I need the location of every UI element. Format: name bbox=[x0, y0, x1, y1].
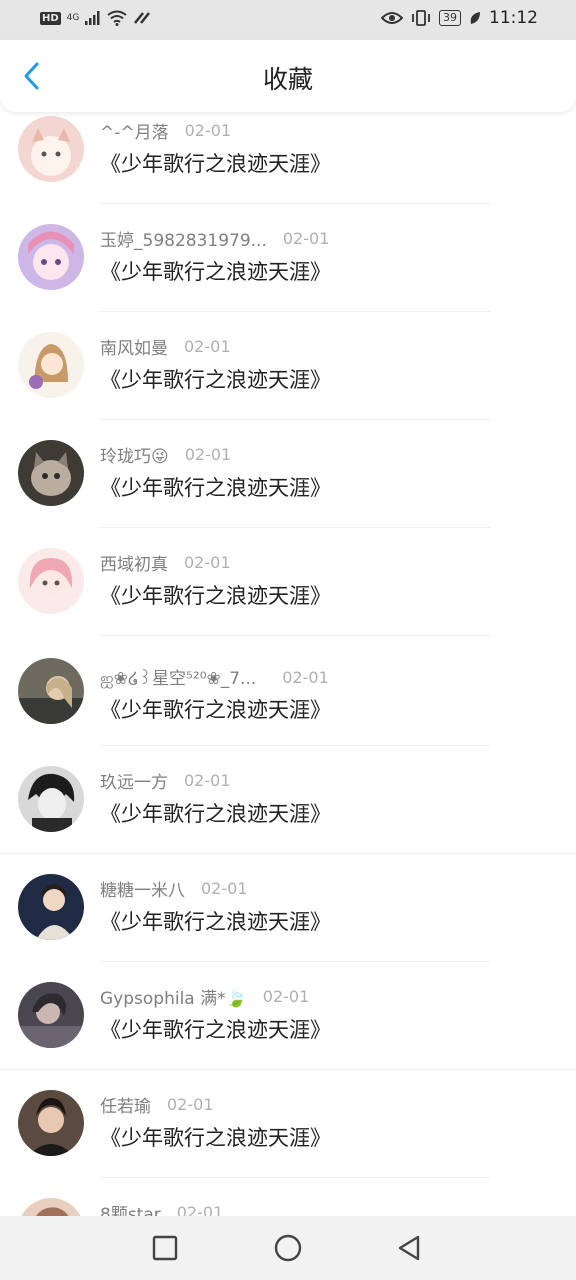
signal-label: 4G bbox=[66, 13, 80, 23]
list-item[interactable]: 任若瑜 02-01 《少年歌行之浪迹天涯》 bbox=[0, 1070, 576, 1178]
hd-icon: HD bbox=[40, 11, 61, 25]
page-header: 收藏 bbox=[0, 40, 576, 112]
item-meta: Gypsophila 满*🍃 02-01 bbox=[100, 984, 309, 1009]
list-item[interactable]: 玉婷_5982831979... 02-01 《少年歌行之浪迹天涯》 bbox=[0, 204, 576, 312]
item-date: 02-01 bbox=[262, 987, 310, 1006]
home-icon[interactable] bbox=[272, 1232, 304, 1264]
user-name[interactable]: 玲珑巧😜 bbox=[100, 442, 169, 467]
user-name[interactable]: 玖远一方 bbox=[100, 768, 168, 793]
nav-bar bbox=[0, 1216, 576, 1280]
item-date: 02-01 bbox=[282, 229, 330, 248]
user-name[interactable]: 8颗star bbox=[100, 1200, 161, 1216]
avatar[interactable] bbox=[18, 874, 84, 940]
item-content[interactable]: 《少年歌行之浪迹天涯》 bbox=[100, 798, 331, 828]
user-name[interactable]: ஐ❀໒꒱星空⁵²⁰❀_7... bbox=[100, 664, 256, 691]
avatar[interactable] bbox=[18, 332, 84, 398]
list-item[interactable]: ஐ❀໒꒱星空⁵²⁰❀_7... 02-01 《少年歌行之浪迹天涯》 bbox=[0, 636, 576, 746]
item-content[interactable]: 《少年歌行之浪迹天涯》 bbox=[100, 694, 331, 724]
item-meta: 玉婷_5982831979... 02-01 bbox=[100, 226, 329, 251]
list-item[interactable]: Gypsophila 满*🍃 02-01 《少年歌行之浪迹天涯》 bbox=[0, 962, 576, 1070]
vibrate-icon bbox=[412, 10, 430, 26]
avatar[interactable] bbox=[18, 548, 84, 614]
status-left: HD 4G bbox=[40, 10, 151, 26]
item-date: 02-01 bbox=[176, 1203, 224, 1216]
user-name[interactable]: 西域初真 bbox=[100, 550, 168, 575]
avatar[interactable] bbox=[18, 1198, 84, 1216]
user-name[interactable]: ^-^月落 bbox=[100, 118, 169, 143]
page-title: 收藏 bbox=[262, 65, 313, 94]
avatar[interactable] bbox=[18, 1090, 84, 1156]
item-content[interactable]: 《少年歌行之浪迹天涯》 bbox=[100, 472, 331, 502]
list-item[interactable]: ^-^月落 02-01 《少年歌行之浪迹天涯》 bbox=[0, 96, 576, 204]
item-meta: 西域初真 02-01 bbox=[100, 550, 231, 575]
avatar[interactable] bbox=[18, 440, 84, 506]
item-content[interactable]: 《少年歌行之浪迹天涯》 bbox=[100, 148, 331, 178]
link-icon bbox=[134, 12, 151, 24]
leaf-icon bbox=[470, 12, 480, 24]
item-content[interactable]: 《少年歌行之浪迹天涯》 bbox=[100, 364, 331, 394]
item-meta: 8颗star 02-01 bbox=[100, 1200, 223, 1216]
item-date: 02-01 bbox=[167, 1095, 214, 1114]
clock: 11:12 bbox=[489, 8, 538, 28]
status-bar: HD 4G 39 11:12 bbox=[0, 0, 576, 40]
item-content[interactable]: 《少年歌行之浪迹天涯》 bbox=[100, 256, 331, 286]
wifi-icon bbox=[107, 10, 127, 26]
item-meta: 玲珑巧😜 02-01 bbox=[100, 442, 231, 467]
item-content[interactable]: 《少年歌行之浪迹天涯》 bbox=[100, 1014, 331, 1044]
user-name[interactable]: 南风如曼 bbox=[100, 334, 168, 359]
list-item[interactable]: 糖糖一米八 02-01 《少年歌行之浪迹天涯》 bbox=[0, 854, 576, 962]
list-item[interactable]: 玖远一方 02-01 《少年歌行之浪迹天涯》 bbox=[0, 746, 576, 854]
user-name[interactable]: 任若瑜 bbox=[100, 1092, 151, 1117]
item-date: 02-01 bbox=[184, 337, 231, 356]
signal-icon bbox=[85, 11, 100, 25]
list-item[interactable]: 西域初真 02-01 《少年歌行之浪迹天涯》 bbox=[0, 528, 576, 636]
item-date: 02-01 bbox=[201, 879, 248, 898]
avatar[interactable] bbox=[18, 982, 84, 1048]
item-meta: ஐ❀໒꒱星空⁵²⁰❀_7... 02-01 bbox=[100, 664, 329, 691]
user-name[interactable]: 玉婷_5982831979... bbox=[100, 226, 267, 251]
user-name[interactable]: Gypsophila 满*🍃 bbox=[100, 984, 247, 1009]
avatar[interactable] bbox=[18, 116, 84, 182]
avatar[interactable] bbox=[18, 658, 84, 724]
item-date: 02-01 bbox=[184, 121, 232, 140]
item-meta: 糖糖一米八 02-01 bbox=[100, 876, 248, 901]
item-date: 02-01 bbox=[184, 445, 232, 464]
list-item[interactable]: 玲珑巧😜 02-01 《少年歌行之浪迹天涯》 bbox=[0, 420, 576, 528]
item-meta: 玖远一方 02-01 bbox=[100, 768, 231, 793]
item-meta: 南风如曼 02-01 bbox=[100, 334, 231, 359]
status-right: 39 11:12 bbox=[381, 8, 538, 28]
list-item[interactable]: 8颗star 02-01 bbox=[0, 1178, 576, 1216]
back-icon[interactable] bbox=[394, 1232, 426, 1264]
user-name[interactable]: 糖糖一米八 bbox=[100, 876, 185, 901]
recent-apps-icon[interactable] bbox=[149, 1232, 181, 1264]
item-content[interactable]: 《少年歌行之浪迹天涯》 bbox=[100, 580, 331, 610]
list-item[interactable]: 南风如曼 02-01 《少年歌行之浪迹天涯》 bbox=[0, 312, 576, 420]
item-content[interactable]: 《少年歌行之浪迹天涯》 bbox=[100, 1122, 331, 1152]
item-meta: ^-^月落 02-01 bbox=[100, 118, 231, 143]
avatar[interactable] bbox=[18, 224, 84, 290]
item-content[interactable]: 《少年歌行之浪迹天涯》 bbox=[100, 906, 331, 936]
item-date: 02-01 bbox=[184, 553, 231, 572]
battery-icon: 39 bbox=[439, 10, 461, 26]
eye-icon bbox=[381, 12, 403, 24]
favorites-list[interactable]: ^-^月落 02-01 《少年歌行之浪迹天涯》 玉婷_5982831979...… bbox=[0, 96, 576, 1216]
avatar[interactable] bbox=[18, 766, 84, 832]
item-date: 02-01 bbox=[282, 668, 329, 687]
item-meta: 任若瑜 02-01 bbox=[100, 1092, 214, 1117]
item-date: 02-01 bbox=[184, 771, 231, 790]
